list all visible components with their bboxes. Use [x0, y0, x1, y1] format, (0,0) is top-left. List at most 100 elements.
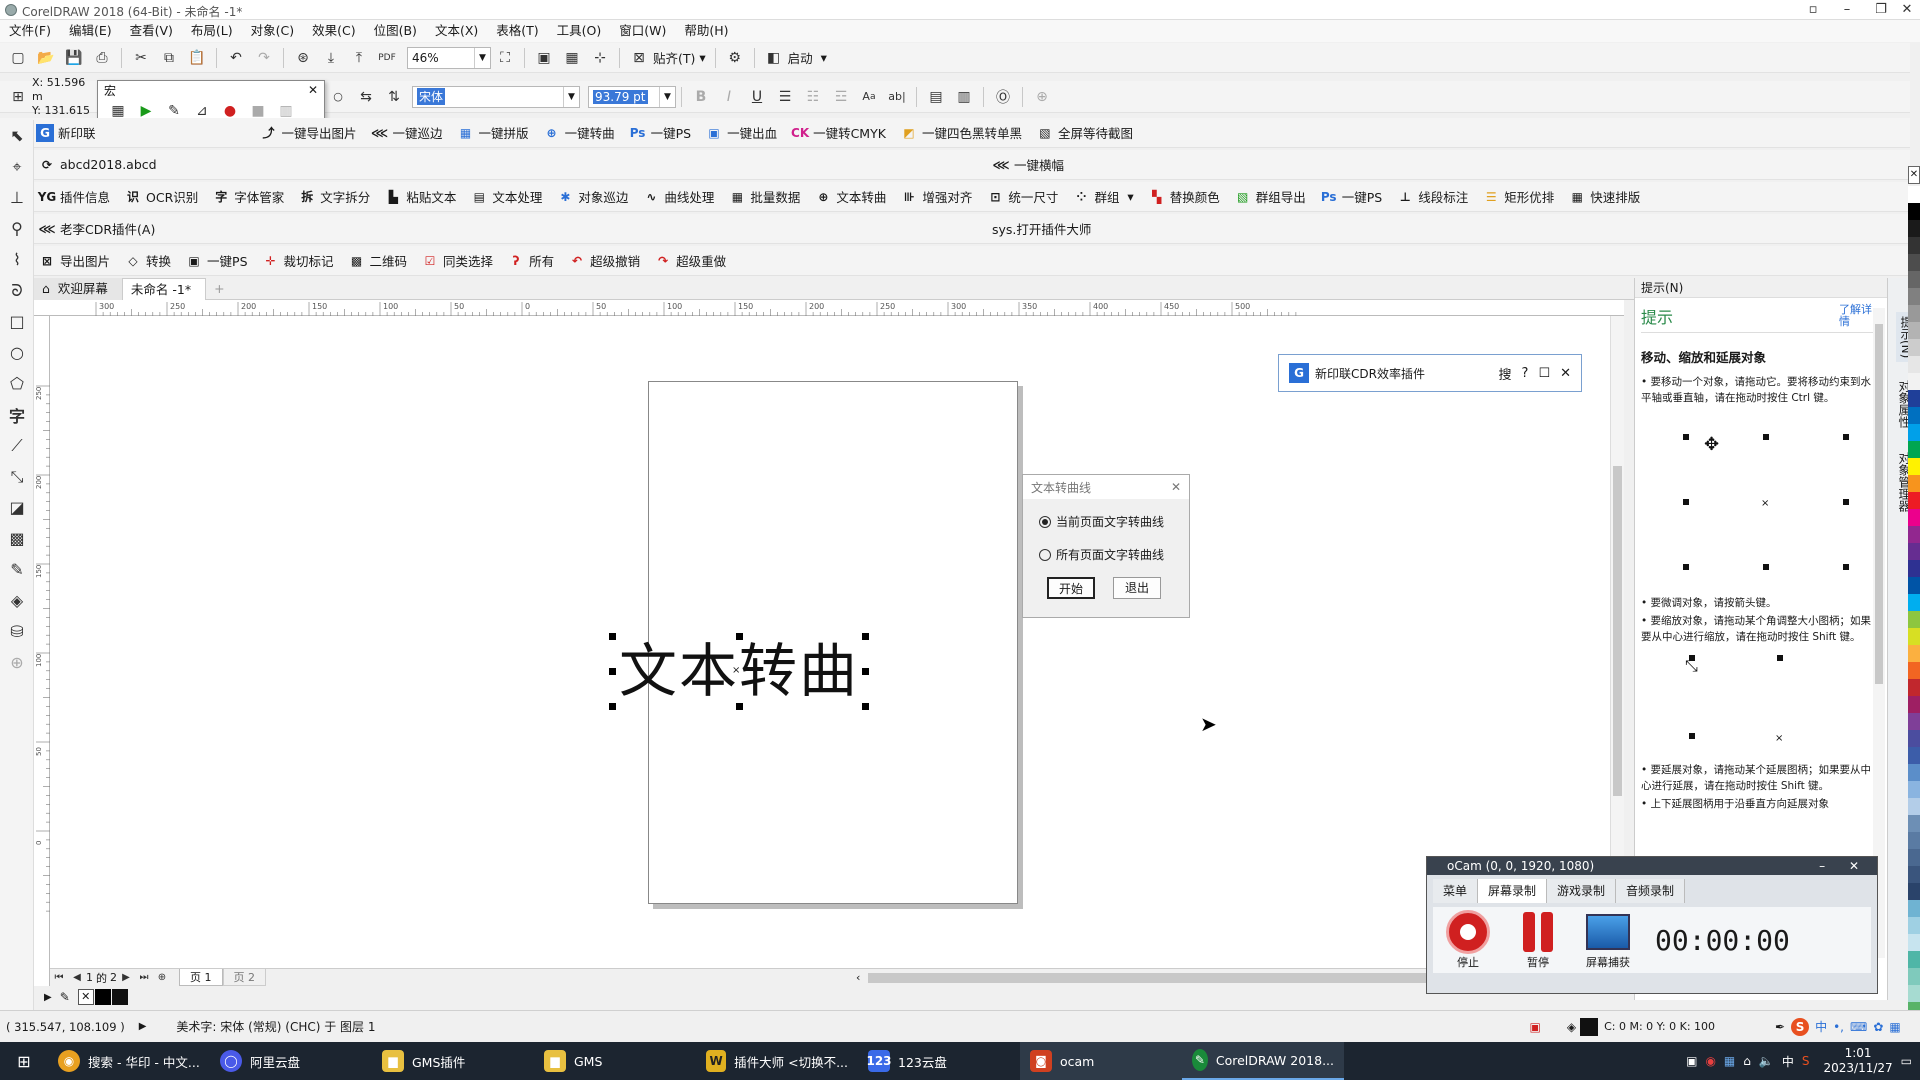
- exit-button[interactable]: 退出: [1113, 577, 1161, 599]
- plugin-one-ps-2[interactable]: Ps 一键PS: [1320, 187, 1382, 206]
- object-origin-icon[interactable]: ⊞: [6, 85, 30, 109]
- plugin-open-master[interactable]: sys.打开插件大师: [992, 219, 1091, 238]
- taskbar-item-123pan[interactable]: 123 123云盘: [858, 1042, 1020, 1080]
- color-proof-icon[interactable]: ▣: [1530, 1020, 1541, 1034]
- windows-start-icon[interactable]: ⊞: [0, 1042, 48, 1080]
- plugin-xinyinlian[interactable]: G 新印联: [36, 123, 96, 142]
- plugin-text-split[interactable]: 拆文字拆分: [298, 187, 370, 206]
- no-color-swatch-icon[interactable]: ✕: [77, 989, 94, 1005]
- font-size-combo[interactable]: 93.79 pt ▼: [588, 85, 676, 108]
- plugin-laoli[interactable]: ⋘ 老李CDR插件(A): [38, 219, 978, 238]
- plugin-outline-trace[interactable]: ⋘ 一键巡边: [371, 123, 443, 142]
- tray-clock[interactable]: 1:01 2023/11/27: [1823, 1046, 1892, 1076]
- plugin-one-ps[interactable]: Ps 一键PS: [629, 123, 691, 142]
- polygon-tool-icon[interactable]: ⬠: [0, 368, 34, 399]
- show-grid-icon[interactable]: ▦: [560, 46, 584, 70]
- plugin-banner[interactable]: ⋘ 一键横幅: [992, 155, 1064, 174]
- undo-icon[interactable]: ↶: [224, 46, 248, 70]
- y-position-field[interactable]: 131.615: [44, 104, 90, 117]
- plugin-select-similar[interactable]: ☑ 同类选择: [421, 251, 493, 270]
- horizontal-text-icon[interactable]: ▤: [924, 85, 948, 109]
- selection-handle[interactable]: [862, 633, 869, 640]
- taskbar-item-aliyun[interactable]: ◯ 阿里云盘: [210, 1042, 372, 1080]
- palette-swatch[interactable]: [1908, 645, 1920, 662]
- minimize-button[interactable]: –: [1830, 0, 1864, 20]
- connector-tool-icon[interactable]: ⤡: [0, 461, 34, 492]
- vertical-text-icon[interactable]: ▥: [952, 85, 976, 109]
- show-guidelines-icon[interactable]: ⊹: [588, 46, 612, 70]
- palette-swatch[interactable]: [1908, 509, 1920, 526]
- ocam-tab-menu[interactable]: 菜单: [1433, 879, 1479, 903]
- palette-swatch[interactable]: [1908, 254, 1920, 271]
- artistic-media-icon[interactable]: ᘐ: [0, 275, 34, 306]
- start-button[interactable]: 开始: [1047, 577, 1095, 599]
- plugin-rect-nesting[interactable]: ☰ 矩形优排: [1482, 187, 1554, 206]
- pick-tool-icon[interactable]: ⬉: [0, 120, 34, 151]
- plugin-batch-data[interactable]: ▦ 批量数据: [728, 187, 801, 206]
- black-swatch[interactable]: [94, 989, 111, 1005]
- zoom-level-combo[interactable]: 46% ▼: [407, 46, 491, 69]
- tray-123-icon[interactable]: ▦: [1724, 1054, 1735, 1068]
- palette-swatch[interactable]: [1908, 815, 1920, 832]
- menu-view[interactable]: 查看(V): [121, 20, 182, 42]
- menu-effects[interactable]: 效果(C): [303, 20, 364, 42]
- selection-handle[interactable]: [609, 633, 616, 640]
- drop-shadow-icon[interactable]: ◪: [0, 492, 34, 523]
- tray-app-icon[interactable]: ▣: [1686, 1054, 1697, 1068]
- plugin-group-export[interactable]: ▧ 群组导出: [1234, 187, 1306, 206]
- new-tab-button[interactable]: +: [206, 278, 238, 300]
- menu-text[interactable]: 文本(X): [426, 20, 487, 42]
- pdf-icon[interactable]: PDF: [375, 46, 399, 70]
- shape-tool-icon[interactable]: ⌖: [0, 151, 34, 182]
- options-gear-icon[interactable]: ⚙: [723, 46, 747, 70]
- tray-network-icon[interactable]: ⌂: [1743, 1054, 1751, 1068]
- plugin-super-undo[interactable]: ↶ 超级撤销: [568, 251, 640, 270]
- character-format-icon[interactable]: Aa: [857, 85, 881, 109]
- crop-tool-icon[interactable]: ⊥: [0, 182, 34, 213]
- palette-swatch[interactable]: [1908, 186, 1920, 203]
- tray-record-icon[interactable]: ◉: [1705, 1054, 1715, 1068]
- palette-swatch[interactable]: [1908, 985, 1920, 1002]
- font-list-combo[interactable]: 宋体 ▼: [412, 85, 580, 108]
- plugin-paste-text[interactable]: ▙ 粘贴文本: [384, 187, 457, 206]
- ime-skin-icon[interactable]: ✿: [1873, 1020, 1883, 1034]
- ellipse-tool-icon[interactable]: ○: [0, 337, 34, 368]
- palette-swatch[interactable]: [1908, 475, 1920, 492]
- plugin-export-image[interactable]: ⤴ 一键导出图片: [260, 123, 357, 142]
- palette-swatch[interactable]: [1908, 730, 1920, 747]
- palette-swatch[interactable]: [1908, 543, 1920, 560]
- sogou-ime-icon[interactable]: S: [1791, 1017, 1810, 1036]
- plugin-to-cmyk[interactable]: CK 一键转CMYK: [791, 123, 886, 142]
- ocam-stop-button[interactable]: 停止: [1433, 910, 1503, 970]
- add-icon[interactable]: ⊕: [1030, 85, 1054, 109]
- plugin-imposition[interactable]: ▦ 一键拼版: [457, 123, 529, 142]
- status-arrow-icon[interactable]: ▶: [139, 1021, 147, 1032]
- plugin-crop-marks[interactable]: ✛ 裁切标记: [262, 251, 333, 270]
- outline-font-icon[interactable]: Ⓞ: [991, 85, 1015, 109]
- fill-icon[interactable]: ◈: [1567, 1020, 1576, 1034]
- search-button[interactable]: 搜: [1499, 364, 1512, 383]
- underline-icon[interactable]: U: [745, 85, 769, 109]
- help-button[interactable]: ?: [1522, 366, 1529, 381]
- close-icon[interactable]: ✕: [308, 83, 318, 97]
- palette-swatch[interactable]: [1908, 917, 1920, 934]
- plugin-text-to-curve[interactable]: ⊕ 文本转曲: [814, 187, 886, 206]
- palette-swatch[interactable]: [1908, 662, 1920, 679]
- plugin-quick-layout[interactable]: ▦ 快速排版: [1568, 187, 1641, 206]
- palette-swatch[interactable]: [1908, 696, 1920, 713]
- tray-volume-icon[interactable]: 🔈: [1759, 1054, 1774, 1068]
- plugin-unify-size[interactable]: ⊡ 统一尺寸: [986, 187, 1058, 206]
- palette-swatch[interactable]: [1908, 288, 1920, 305]
- new-document-icon[interactable]: ▢: [6, 46, 30, 70]
- ocam-tab-audio-record[interactable]: 音频录制: [1616, 879, 1686, 903]
- search-content-icon[interactable]: ⊛: [291, 46, 315, 70]
- selection-handle[interactable]: [609, 668, 616, 675]
- plugin-select-all[interactable]: ʔ 所有: [507, 251, 554, 270]
- palette-swatch[interactable]: [1908, 934, 1920, 951]
- taskbar-item-gms-plugin[interactable]: ▆ GMS插件: [372, 1042, 534, 1080]
- ime-tools-icon[interactable]: ▦: [1889, 1020, 1900, 1034]
- edit-text-icon[interactable]: ab|: [885, 85, 909, 109]
- palette-swatch[interactable]: [1908, 679, 1920, 696]
- plugin-qrcode[interactable]: ▩ 二维码: [348, 251, 407, 270]
- redo-icon[interactable]: ↷: [252, 46, 276, 70]
